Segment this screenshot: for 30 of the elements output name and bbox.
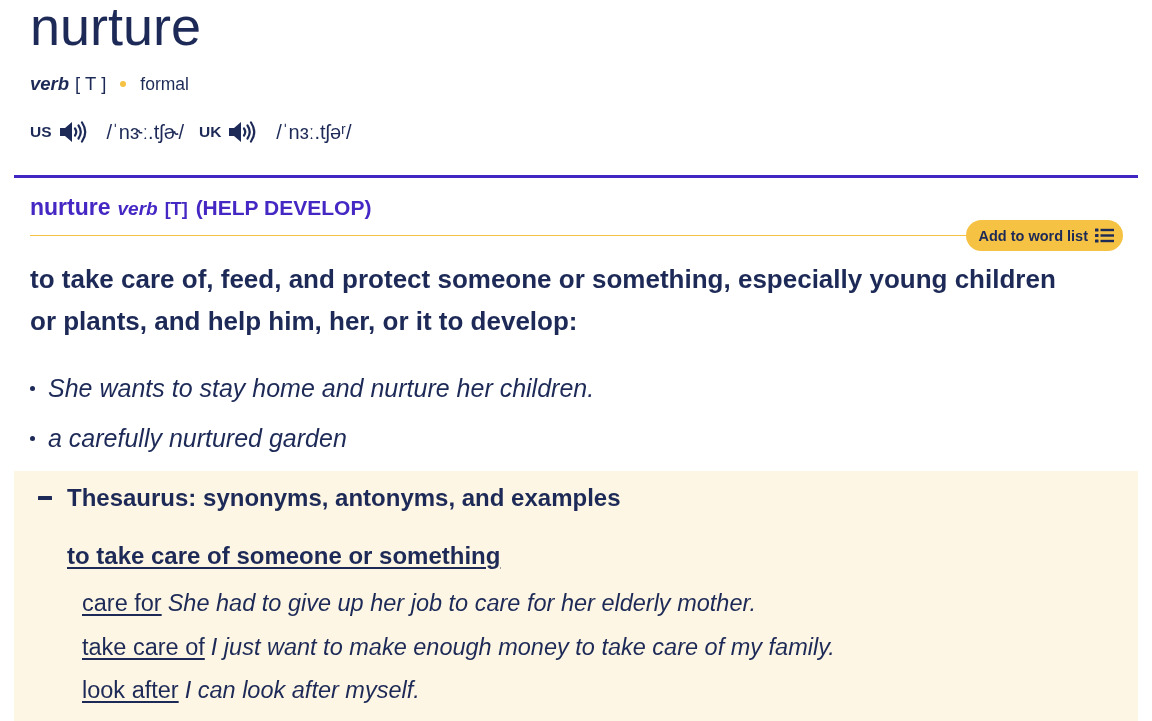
region-label: US [30, 123, 52, 141]
add-to-word-list-button[interactable]: Add to word list [966, 220, 1123, 251]
example-sentence: She wants to stay home and nurture her children. [48, 373, 595, 403]
speaker-icon[interactable] [58, 121, 87, 143]
bullet-icon [30, 385, 35, 391]
example-text: She had to give up her job to care for her elderly mother. [167, 589, 756, 618]
example-text: I can look after myself. [184, 676, 420, 705]
synonym-link[interactable]: take care of [82, 625, 205, 669]
bullet-icon [30, 435, 35, 441]
grammar-code: [T] [164, 199, 188, 220]
example-text: I just want to make enough money to take care of my family. [210, 632, 835, 662]
region-label: UK [198, 123, 222, 141]
speaker-icon[interactable] [228, 121, 257, 143]
synonym-link[interactable]: care for [82, 582, 162, 625]
part-of-speech: verb [117, 198, 158, 220]
sense-headword: nurture [30, 194, 111, 221]
definition-text: to take care of, feed, and protect someone or something, especially young children or plants, and help him, her, or it to develop: [30, 263, 1057, 338]
pronunciation-text: /ˈnɜː.tʃəʳ/ [276, 120, 352, 144]
synonym-group-link[interactable]: to take care of someone or something [67, 544, 501, 568]
dot-icon [120, 81, 127, 87]
example-sentence: a carefully nurtured garden [48, 423, 347, 453]
pronunciation-text: /ˈnɝː.tʃɚ/ [106, 120, 184, 144]
part-of-speech: verb [30, 73, 70, 95]
list-icon [1095, 228, 1114, 243]
grammar-code: [ T ] [75, 73, 107, 95]
headword: nurture [30, 0, 202, 53]
guideword: (HELP DEVELOP) [195, 196, 372, 220]
thesaurus-heading: Thesaurus: synonyms, antonyms, and examples [67, 484, 621, 512]
synonym-link[interactable]: look after [82, 669, 179, 712]
register-label: formal [140, 73, 189, 95]
